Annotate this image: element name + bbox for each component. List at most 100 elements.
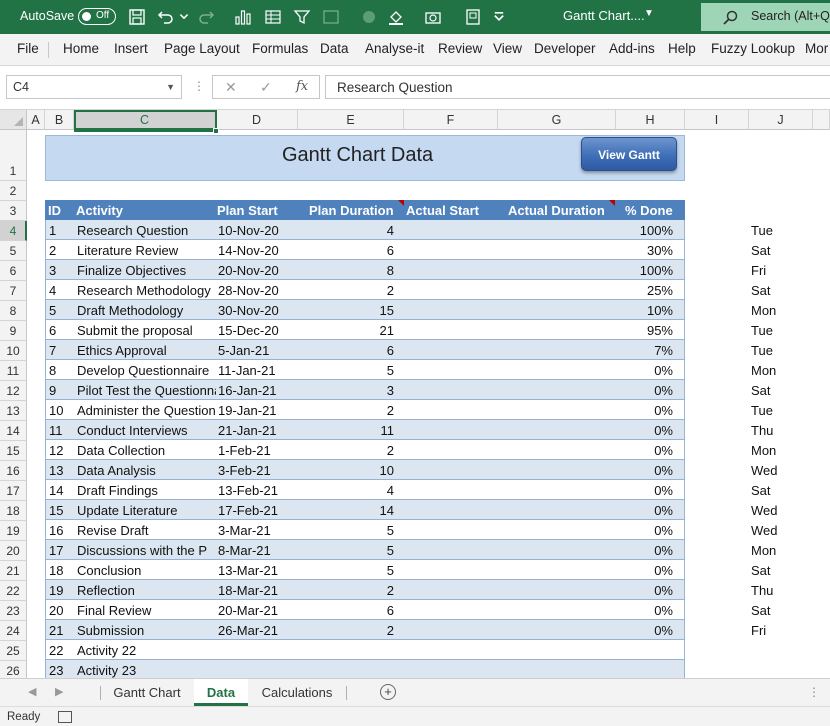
pct-done-cell[interactable]: 25%	[616, 283, 673, 298]
pct-done-cell[interactable]: 0%	[616, 583, 673, 598]
task-id-cell[interactable]: 21	[49, 623, 75, 638]
pct-done-cell[interactable]: 0%	[616, 503, 673, 518]
plan-duration-cell[interactable]: 2	[300, 583, 394, 598]
task-id-cell[interactable]: 5	[49, 303, 75, 318]
plan-start-cell[interactable]: 5-Jan-21	[218, 343, 298, 358]
activity-cell[interactable]: Submission	[77, 623, 216, 638]
task-id-cell[interactable]: 6	[49, 323, 75, 338]
table-icon[interactable]	[262, 6, 284, 28]
fill-handle[interactable]	[213, 128, 219, 134]
menu-data[interactable]: Data	[320, 41, 349, 56]
row-header[interactable]: 9	[0, 321, 27, 341]
header-actual-duration[interactable]: Actual Duration	[508, 203, 605, 218]
weekday-cell[interactable]: Sat	[751, 603, 771, 618]
row-header[interactable]: 17	[0, 481, 27, 501]
activity-cell[interactable]: Final Review	[77, 603, 216, 618]
plan-start-cell[interactable]: 10-Nov-20	[218, 223, 298, 238]
task-id-cell[interactable]: 18	[49, 563, 75, 578]
row-header[interactable]: 6	[0, 261, 27, 281]
row-header[interactable]: 25	[0, 641, 27, 661]
weekday-cell[interactable]: Mon	[751, 543, 776, 558]
plan-duration-cell[interactable]: 2	[300, 403, 394, 418]
undo-icon[interactable]	[155, 6, 177, 28]
activity-cell[interactable]: Data Collection	[77, 443, 216, 458]
plan-duration-cell[interactable]: 15	[300, 303, 394, 318]
save-icon[interactable]	[126, 6, 148, 28]
workbook-title[interactable]: Gantt Chart....	[563, 8, 645, 23]
plan-start-cell[interactable]: 20-Mar-21	[218, 603, 298, 618]
activity-cell[interactable]: Revise Draft	[77, 523, 216, 538]
task-id-cell[interactable]: 19	[49, 583, 75, 598]
header-actual-start[interactable]: Actual Start	[406, 203, 479, 218]
camera-icon[interactable]	[422, 6, 444, 28]
plan-start-cell[interactable]: 21-Jan-21	[218, 423, 298, 438]
row-header[interactable]: 22	[0, 581, 27, 601]
activity-cell[interactable]: Activity 22	[77, 643, 216, 658]
weekday-cell[interactable]: Tue	[751, 343, 773, 358]
name-box[interactable]: C4 ▼	[6, 75, 182, 99]
plan-start-cell[interactable]: 3-Mar-21	[218, 523, 298, 538]
tab-data[interactable]: Data	[194, 679, 248, 706]
row-header[interactable]: 2	[0, 181, 27, 201]
task-id-cell[interactable]: 11	[49, 423, 75, 438]
task-id-cell[interactable]: 8	[49, 363, 75, 378]
row-header[interactable]: 24	[0, 621, 27, 641]
pct-done-cell[interactable]: 0%	[616, 563, 673, 578]
plan-start-cell[interactable]: 16-Jan-21	[218, 383, 298, 398]
chart-icon[interactable]	[232, 6, 254, 28]
pct-done-cell[interactable]: 0%	[616, 523, 673, 538]
plan-start-cell[interactable]: 8-Mar-21	[218, 543, 298, 558]
plan-duration-cell[interactable]: 6	[300, 243, 394, 258]
row-header[interactable]: 21	[0, 561, 27, 581]
plan-start-cell[interactable]: 13-Mar-21	[218, 563, 298, 578]
cancel-icon[interactable]: ✕	[225, 79, 237, 96]
weekday-cell[interactable]: Wed	[751, 523, 778, 538]
row-header[interactable]: 12	[0, 381, 27, 401]
pct-done-cell[interactable]: 0%	[616, 623, 673, 638]
row-header[interactable]: 7	[0, 281, 27, 301]
plan-duration-cell[interactable]: 4	[300, 223, 394, 238]
activity-cell[interactable]: Develop Questionnaire	[77, 363, 216, 378]
plan-start-cell[interactable]: 20-Nov-20	[218, 263, 298, 278]
header-pct-done[interactable]: % Done	[625, 203, 673, 218]
weekday-cell[interactable]: Sat	[751, 243, 771, 258]
select-all-corner[interactable]	[0, 110, 27, 130]
tab-gantt-chart[interactable]: Gantt Chart	[103, 679, 191, 706]
task-id-cell[interactable]: 7	[49, 343, 75, 358]
pct-done-cell[interactable]: 95%	[616, 323, 673, 338]
menu-view[interactable]: View	[493, 41, 522, 56]
customize-toolbar-icon[interactable]	[492, 6, 506, 28]
plan-duration-cell[interactable]: 21	[300, 323, 394, 338]
pct-done-cell[interactable]: 0%	[616, 443, 673, 458]
task-id-cell[interactable]: 20	[49, 603, 75, 618]
activity-cell[interactable]: Data Analysis	[77, 463, 216, 478]
row-header[interactable]: 20	[0, 541, 27, 561]
task-id-cell[interactable]: 22	[49, 643, 75, 658]
row-header[interactable]: 3	[0, 201, 27, 221]
print-preview-icon[interactable]	[462, 6, 484, 28]
task-id-cell[interactable]: 9	[49, 383, 75, 398]
weekday-cell[interactable]: Fri	[751, 263, 766, 278]
name-box-dropdown-icon[interactable]: ▼	[166, 82, 175, 92]
column-header-a[interactable]: A	[27, 110, 45, 130]
activity-cell[interactable]: Draft Methodology	[77, 303, 216, 318]
search-box[interactable]: Search (Alt+Q)	[701, 3, 830, 31]
formula-bar-grip-icon[interactable]: ⋮	[193, 79, 205, 93]
pct-done-cell[interactable]: 0%	[616, 543, 673, 558]
pct-done-cell[interactable]: 0%	[616, 423, 673, 438]
menu-analyse-it[interactable]: Analyse-it	[365, 41, 424, 56]
pct-done-cell[interactable]: 0%	[616, 403, 673, 418]
menu-home[interactable]: Home	[63, 41, 99, 56]
weekday-cell[interactable]: Fri	[751, 623, 766, 638]
formula-input[interactable]: Research Question	[325, 75, 830, 99]
plan-duration-cell[interactable]: 11	[300, 423, 395, 438]
plan-start-cell[interactable]: 15-Dec-20	[218, 323, 298, 338]
menu-help[interactable]: Help	[668, 41, 696, 56]
activity-cell[interactable]: Research Question	[77, 223, 216, 238]
column-header-k[interactable]	[813, 110, 830, 130]
row-header[interactable]: 23	[0, 601, 27, 621]
autosave-toggle[interactable]: Off	[78, 8, 116, 25]
pct-done-cell[interactable]: 10%	[616, 303, 673, 318]
plan-start-cell[interactable]: 14-Nov-20	[218, 243, 298, 258]
form-icon[interactable]	[320, 6, 342, 28]
